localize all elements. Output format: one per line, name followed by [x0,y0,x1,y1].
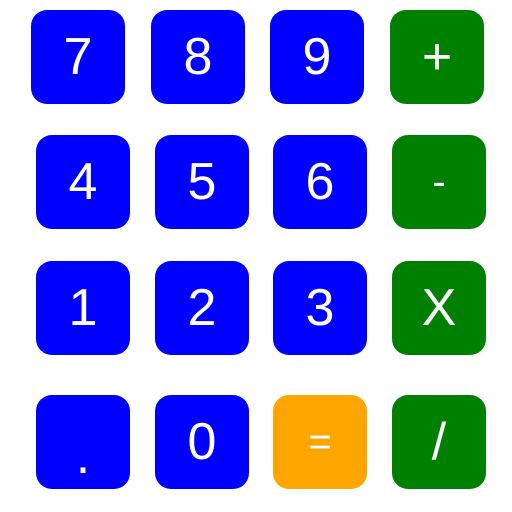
key-8-button[interactable]: 8 [151,10,245,104]
key-label: 8 [183,28,213,86]
key-7-button[interactable]: 7 [31,10,125,104]
key-1-button[interactable]: 1 [36,261,130,355]
add-button[interactable]: + [390,10,484,104]
key-4-button[interactable]: 4 [36,135,130,229]
key-label: 4 [68,153,98,211]
key-5-button[interactable]: 5 [155,135,249,229]
key-2-button[interactable]: 2 [155,261,249,355]
key-label: 5 [187,153,217,211]
key-label: / [431,413,447,471]
key-label: + [421,28,453,86]
subtract-button[interactable]: - [392,135,486,229]
key-0-button[interactable]: 0 [155,395,249,489]
key-label: = [308,420,332,464]
equals-button[interactable]: = [273,395,367,489]
key-label: 6 [305,153,335,211]
decimal-point-button[interactable]: . [36,395,130,489]
key-label: 3 [305,279,335,337]
key-label: . [75,427,91,485]
multiply-button[interactable]: X [392,261,486,355]
key-label: 1 [68,279,98,337]
key-label: 7 [63,28,93,86]
key-label: 9 [302,28,332,86]
key-label: - [432,160,446,204]
key-3-button[interactable]: 3 [273,261,367,355]
key-9-button[interactable]: 9 [270,10,364,104]
key-label: 0 [187,413,217,471]
divide-button[interactable]: / [392,395,486,489]
calculator-keypad: 7 8 9 + 4 5 6 - 1 2 3 X . 0 = / [0,0,512,512]
key-label: 2 [187,279,217,337]
key-label: X [421,279,457,337]
key-6-button[interactable]: 6 [273,135,367,229]
